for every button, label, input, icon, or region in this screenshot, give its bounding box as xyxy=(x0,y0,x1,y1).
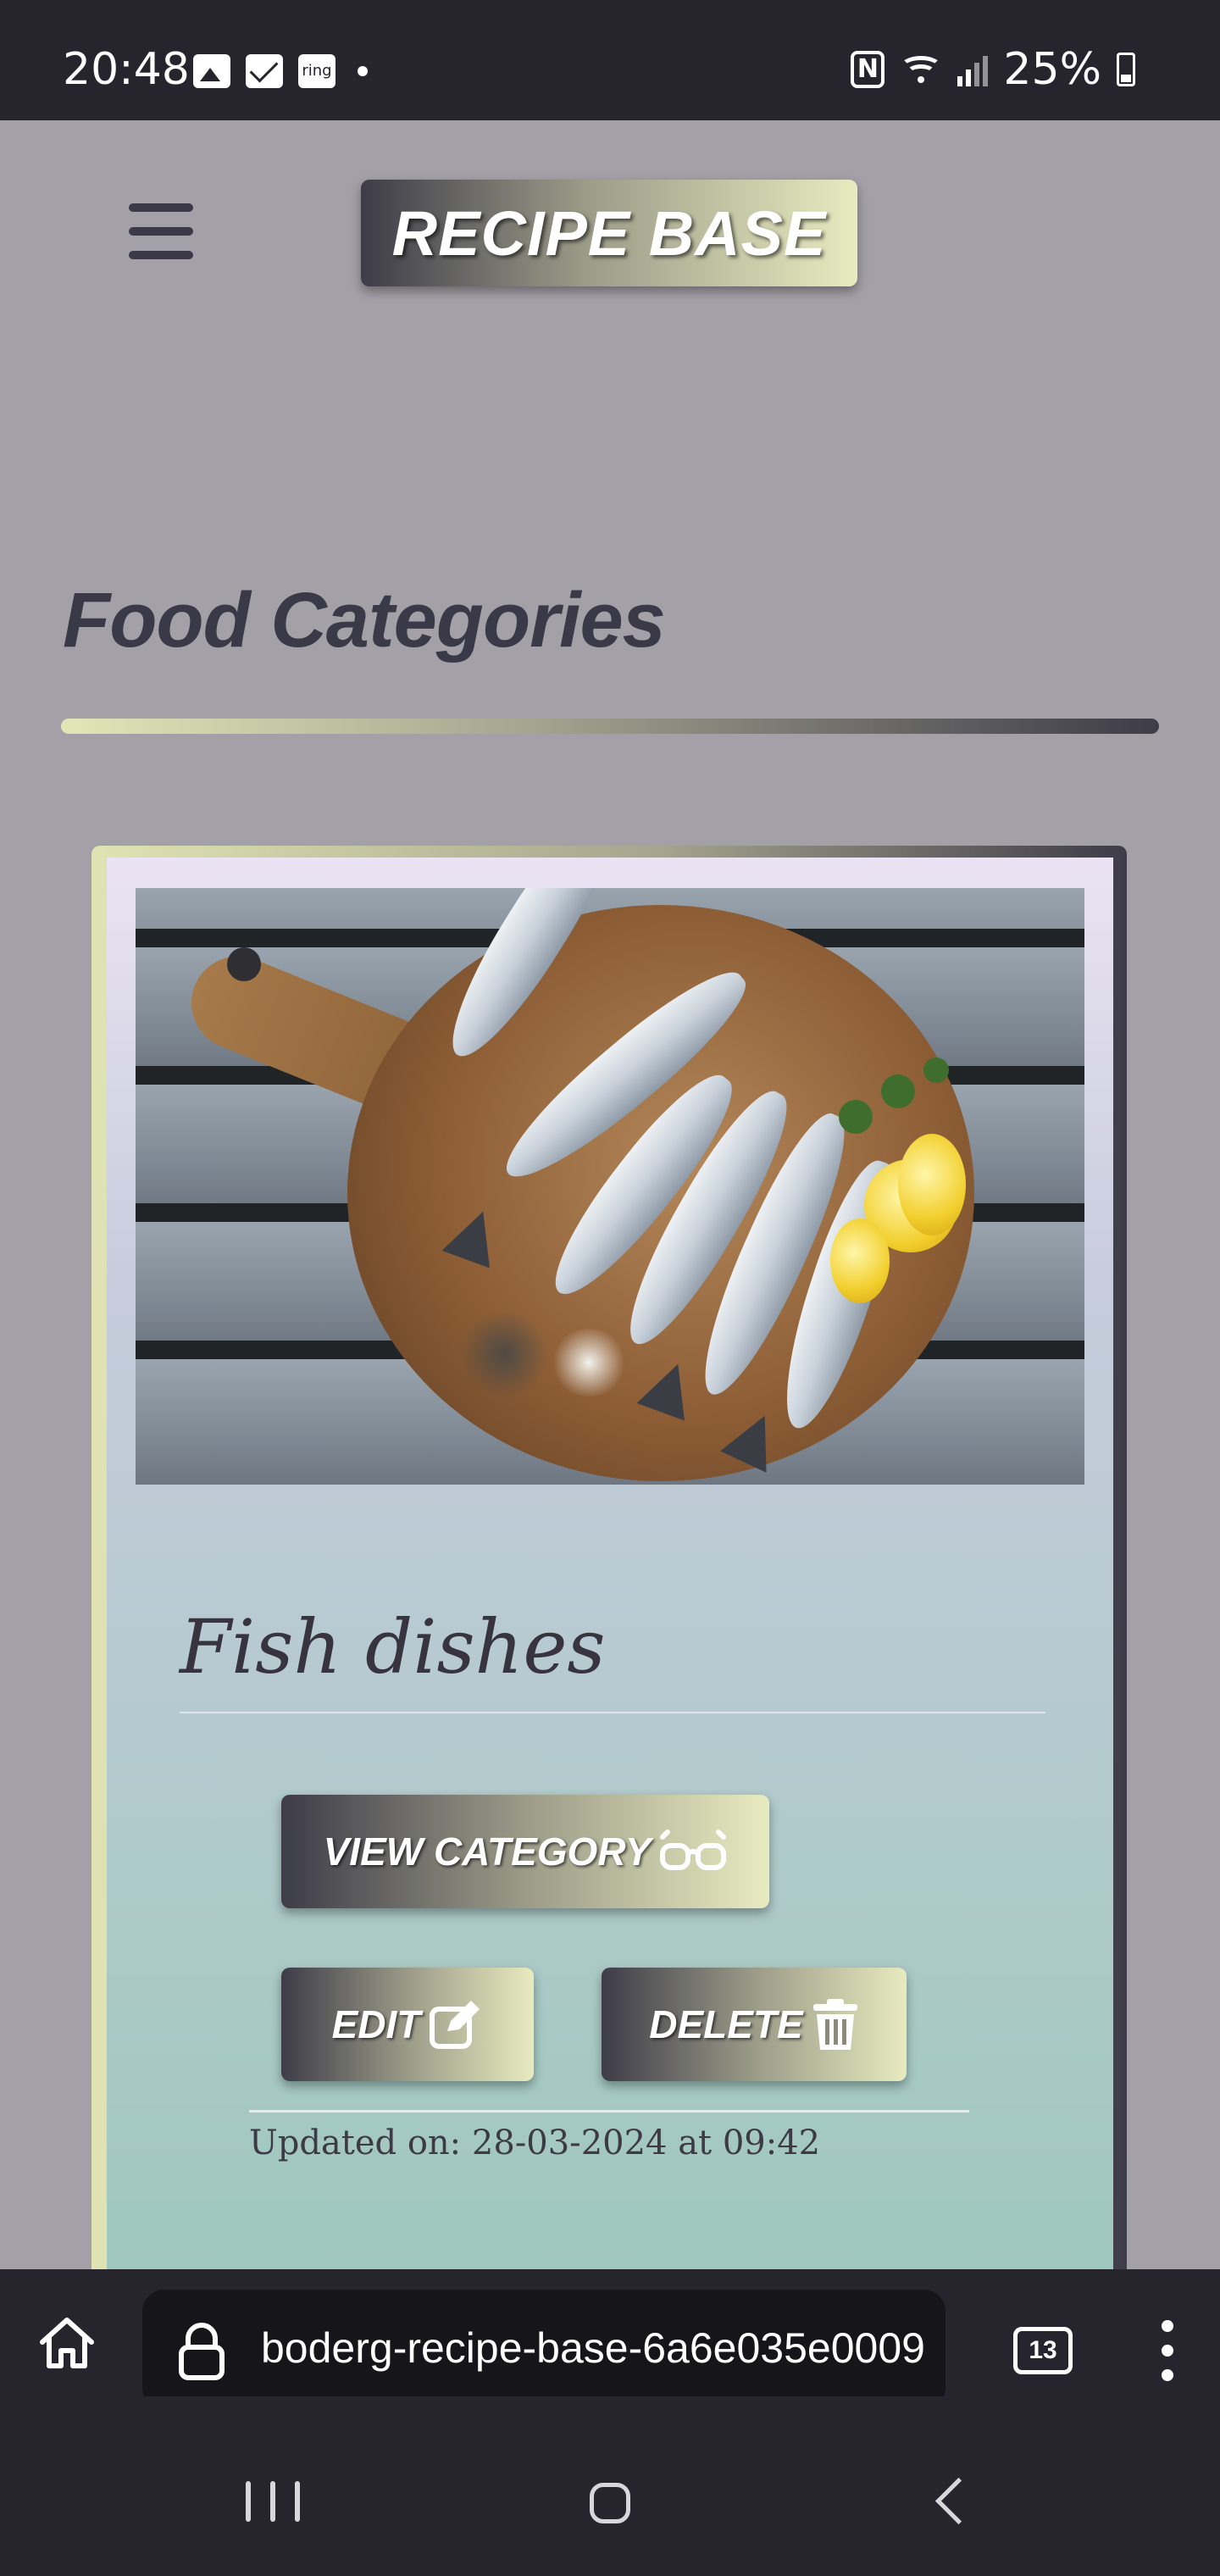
edit-button[interactable]: EDIT xyxy=(281,1968,534,2081)
category-card-body: Fish dishes VIEW CATEGORY EDIT DELETE Up… xyxy=(107,858,1113,2286)
updated-divider xyxy=(249,2110,969,2112)
status-bar: 20:48 ring N 25% xyxy=(0,0,1220,120)
card-divider xyxy=(180,1712,1045,1713)
brand-logo[interactable]: RECIPE BASE xyxy=(361,180,857,286)
delete-button[interactable]: DELETE xyxy=(602,1968,907,2081)
delete-label: DELETE xyxy=(649,2002,803,2046)
glasses-icon xyxy=(660,1829,727,1870)
edit-label: EDIT xyxy=(331,2002,421,2046)
tab-switcher-button[interactable]: 13 xyxy=(1013,2327,1073,2374)
category-card: Fish dishes VIEW CATEGORY EDIT DELETE Up… xyxy=(92,846,1127,2286)
notification-icons: ring xyxy=(193,54,368,88)
mail-icon xyxy=(246,54,283,88)
category-title: Fish dishes xyxy=(180,1603,606,1690)
home-button-icon[interactable] xyxy=(590,2483,630,2523)
edit-icon xyxy=(430,2001,480,2049)
url-text: boderg-recipe-base-6a6e035e0009 xyxy=(261,2324,925,2372)
trash-icon xyxy=(812,1999,857,2050)
hamburger-menu-icon[interactable] xyxy=(129,203,193,259)
status-time: 20:48 xyxy=(63,44,190,95)
brand-text: RECIPE BASE xyxy=(391,197,827,269)
view-category-label: VIEW CATEGORY xyxy=(323,1829,652,1874)
signal-icon xyxy=(957,53,989,86)
category-image xyxy=(136,888,1084,1485)
wifi-icon xyxy=(900,53,943,86)
battery-percentage: 25% xyxy=(1003,44,1101,95)
title-underline xyxy=(61,719,1159,734)
address-bar[interactable]: boderg-recipe-base-6a6e035e0009 xyxy=(142,2290,946,2410)
gallery-icon xyxy=(193,54,230,88)
page-title: Food Categories xyxy=(63,577,666,663)
nfc-icon: N xyxy=(851,51,885,88)
view-category-button[interactable]: VIEW CATEGORY xyxy=(281,1795,769,1908)
more-notifications-dot xyxy=(358,66,368,76)
ring-icon: ring xyxy=(298,54,336,88)
recent-apps-icon[interactable] xyxy=(246,2481,300,2522)
system-icons: N 25% xyxy=(851,44,1135,95)
battery-icon xyxy=(1117,53,1135,86)
lock-icon xyxy=(179,2323,225,2380)
updated-timestamp: Updated on: 28-03-2024 at 09:42 xyxy=(249,2124,821,2162)
home-icon[interactable] xyxy=(37,2313,97,2373)
browser-menu-icon[interactable] xyxy=(1159,2320,1176,2381)
